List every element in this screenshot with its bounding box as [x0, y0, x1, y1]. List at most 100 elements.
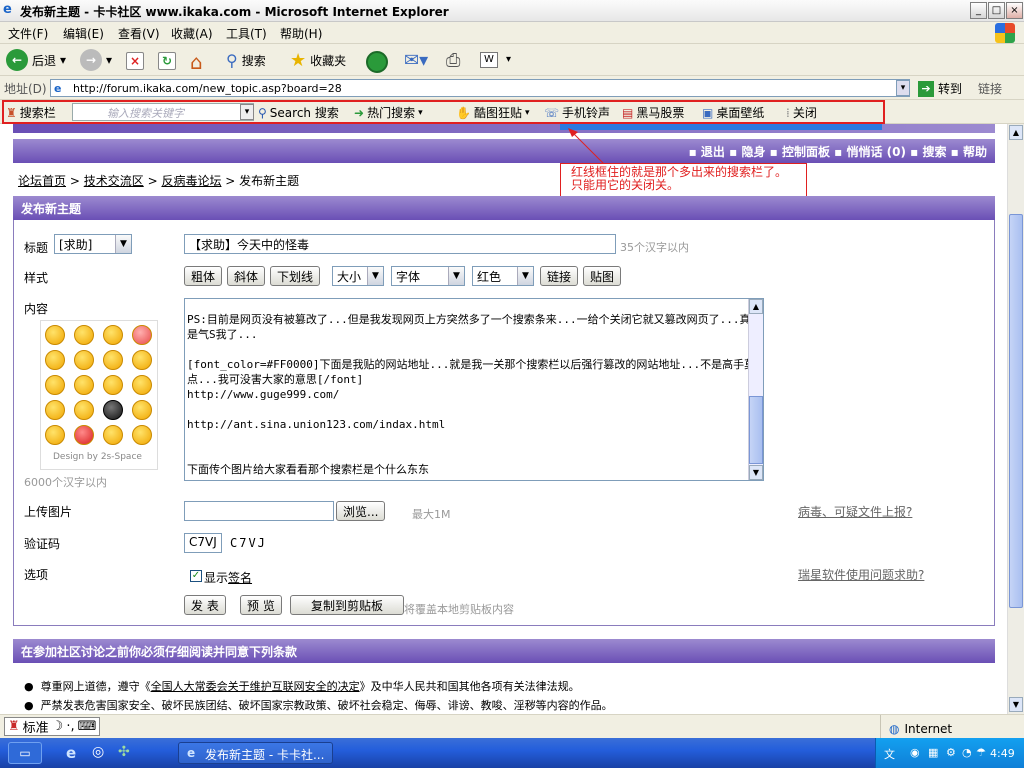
smiley-icon[interactable] [132, 375, 152, 395]
searchbar-stock-button[interactable]: ▤ 黑马股票 [622, 104, 684, 121]
forward-button[interactable]: → ▾ [80, 48, 112, 72]
smiley-icon[interactable] [103, 325, 123, 345]
address-input[interactable]: e http://forum.ikaka.com/new_topic.asp?b… [50, 79, 910, 97]
searchbar-close-button[interactable]: ⁞ 关闭 [786, 104, 817, 121]
show-desktop-button[interactable]: ▭ [8, 742, 42, 764]
smiley-icon[interactable] [103, 425, 123, 445]
smiley-icon[interactable] [45, 425, 65, 445]
back-button[interactable]: ← 后退 ▾ [6, 48, 66, 72]
breadcrumb-tech[interactable]: 技术交流区 [84, 174, 144, 188]
go-button[interactable]: ➔ 转到 [918, 80, 962, 97]
quicklaunch-app-icon[interactable]: ◎ [92, 744, 104, 760]
print-icon[interactable]: ⎙ [446, 50, 460, 71]
menu-help[interactable]: 帮助(H) [280, 25, 322, 42]
ime-status[interactable]: ♜ 标准 ☽ ·, ⌨ [4, 717, 101, 736]
law-link[interactable]: 全国人大常委会关于维护互联网安全的决定 [151, 680, 360, 693]
smiley-icon[interactable] [74, 350, 94, 370]
tray-monitor-icon[interactable]: ▦ [928, 746, 938, 759]
scroll-thumb[interactable] [749, 396, 763, 464]
smiley-icon[interactable] [45, 325, 65, 345]
smiley-icon[interactable] [103, 400, 123, 420]
breadcrumb-antivirus[interactable]: 反病毒论坛 [161, 174, 221, 188]
help-request-link[interactable]: 瑞星软件使用问题求助? [798, 566, 924, 583]
report-link[interactable]: 病毒、可疑文件上报? [798, 503, 912, 520]
scroll-down-icon[interactable]: ▼ [749, 465, 763, 480]
smiley-icon[interactable] [132, 325, 152, 345]
preview-button[interactable]: 预 览 [240, 595, 282, 615]
show-signature-checkbox[interactable]: ✓ [190, 570, 202, 582]
help-link[interactable]: 帮助 [963, 145, 987, 159]
searchbar-search-button[interactable]: ⚲ Search 搜索 [258, 104, 339, 121]
image-button[interactable]: 贴图 [583, 266, 622, 286]
bold-button[interactable]: 粗体 [184, 266, 223, 286]
searchbar-ringtone-button[interactable]: ☏ 手机铃声 [544, 104, 610, 121]
messages-link[interactable]: 悄悄话 (0) [846, 145, 906, 159]
browse-button[interactable]: 浏览... [336, 501, 386, 521]
scroll-up-icon[interactable]: ▲ [749, 299, 763, 314]
home-icon[interactable]: ⌂ [190, 50, 203, 74]
searchbar-hot-button[interactable]: ➜ 热门搜索 ▾ [354, 104, 423, 121]
title-type-select[interactable]: [求助] ▼ [54, 234, 132, 254]
history-icon[interactable] [366, 51, 388, 73]
smiley-icon[interactable] [132, 350, 152, 370]
stop-icon[interactable]: × [126, 52, 144, 70]
color-select[interactable]: 红色 ▼ [472, 266, 534, 286]
address-dropdown-icon[interactable]: ▾ [896, 80, 910, 96]
smiley-icon[interactable] [45, 350, 65, 370]
tray-umbrella-icon[interactable]: ☂ [976, 746, 986, 759]
searchbar-wallpaper-button[interactable]: ▣ 桌面壁纸 [702, 104, 764, 121]
smiley-icon[interactable] [45, 400, 65, 420]
smiley-icon[interactable] [45, 375, 65, 395]
smiley-icon[interactable] [103, 350, 123, 370]
taskbar-ie-window[interactable]: e 发布新主题 - 卡卡社... [178, 742, 333, 764]
minimize-button[interactable]: _ [970, 2, 987, 19]
edit-icon[interactable]: W [480, 52, 498, 68]
scroll-thumb[interactable] [1009, 214, 1023, 608]
tray-settings-icon[interactable]: ⚙ [946, 746, 956, 759]
mail-icon[interactable]: ✉▾ [404, 50, 428, 71]
search-link[interactable]: 搜索 [922, 145, 946, 159]
scroll-down-icon[interactable]: ▼ [1009, 697, 1023, 712]
logout-link[interactable]: 退出 [701, 145, 725, 159]
page-scrollbar[interactable]: ▲ ▼ [1007, 124, 1024, 714]
edit-dropdown-icon[interactable]: ▾ [506, 54, 511, 65]
title-input[interactable]: 【求助】今天中的怪毒 [184, 234, 616, 254]
language-icon[interactable]: 文 [884, 746, 895, 762]
smiley-icon[interactable] [74, 375, 94, 395]
refresh-icon[interactable]: ↻ [158, 52, 176, 70]
menu-view[interactable]: 查看(V) [118, 25, 160, 42]
breadcrumb-home[interactable]: 论坛首页 [18, 174, 66, 188]
menu-file[interactable]: 文件(F) [8, 25, 48, 42]
smiley-icon[interactable] [132, 425, 152, 445]
content-textarea[interactable]: PS:目前是网页没有被篡改了...但是我发现网页上方突然多了一个搜索条来...一… [184, 298, 764, 481]
ie-quicklaunch-icon[interactable]: e [66, 744, 76, 762]
hide-link[interactable]: 隐身 [741, 145, 765, 159]
menu-tools[interactable]: 工具(T) [226, 25, 267, 42]
underline-button[interactable]: 下划线 [270, 266, 321, 286]
link-button[interactable]: 链接 [540, 266, 579, 286]
control-panel-link[interactable]: 控制面板 [782, 145, 830, 159]
captcha-input[interactable]: C7VJ [184, 533, 222, 553]
searchbar-dropdown-icon[interactable]: ▾ [240, 104, 254, 120]
searchbar-keyword-input[interactable]: 输入搜索关键字 [72, 103, 254, 121]
favorites-button[interactable]: ★ 收藏夹 [290, 48, 346, 72]
smiley-icon[interactable] [132, 400, 152, 420]
tray-volume-icon[interactable]: ◔ [962, 746, 972, 759]
upload-input[interactable] [184, 501, 334, 521]
smiley-icon[interactable] [103, 375, 123, 395]
scroll-up-icon[interactable]: ▲ [1009, 125, 1023, 140]
signature-link[interactable]: 签名 [228, 571, 252, 585]
close-window-button[interactable]: × [1006, 2, 1023, 19]
tray-antivirus-icon[interactable]: ◉ [910, 746, 920, 759]
search-button[interactable]: ⚲ 搜索 [226, 48, 266, 72]
quicklaunch-network-icon[interactable]: ✣ [118, 744, 130, 760]
content-scrollbar[interactable]: ▲ ▼ [748, 299, 763, 480]
searchbar-brand[interactable]: ♜ 搜索栏 [6, 104, 56, 121]
smiley-icon[interactable] [74, 425, 94, 445]
maximize-button[interactable]: □ [988, 2, 1005, 19]
size-select[interactable]: 大小 ▼ [332, 266, 384, 286]
menu-favorites[interactable]: 收藏(A) [171, 25, 213, 42]
smiley-icon[interactable] [74, 400, 94, 420]
italic-button[interactable]: 斜体 [227, 266, 266, 286]
menu-edit[interactable]: 编辑(E) [63, 25, 104, 42]
